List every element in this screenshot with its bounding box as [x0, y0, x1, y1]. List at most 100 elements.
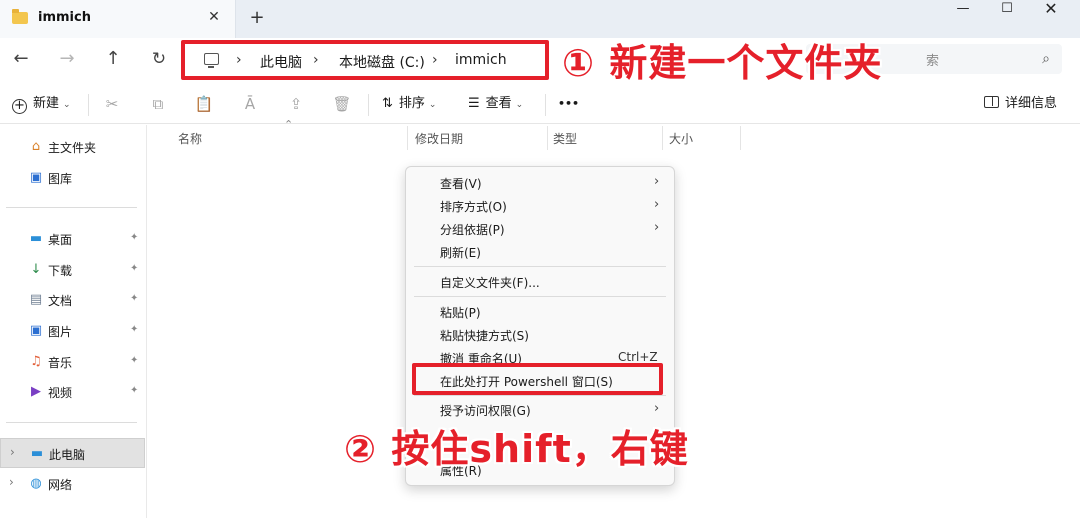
- pictures-icon: ▣: [29, 323, 43, 338]
- pin-icon[interactable]: ✦: [130, 293, 138, 304]
- documents-icon: ▤: [29, 292, 43, 307]
- column-header-name[interactable]: 名称: [178, 130, 202, 147]
- pin-icon[interactable]: ✦: [130, 263, 138, 274]
- menu-item-refresh[interactable]: 刷新(E): [406, 241, 674, 263]
- column-divider[interactable]: [547, 126, 548, 150]
- view-icon: ☰: [468, 96, 480, 111]
- annotation-step-1: ① 新建一个文件夹: [562, 41, 883, 85]
- breadcrumb-immich[interactable]: immich: [455, 52, 507, 68]
- sidebar-item-label: 文档: [48, 294, 73, 308]
- column-header-size[interactable]: 大小: [669, 130, 693, 147]
- column-header-type[interactable]: 类型: [553, 130, 577, 147]
- new-label: 新建: [33, 96, 60, 111]
- sort-button[interactable]: ⇅ 排序 ⌄: [382, 94, 436, 116]
- sidebar-item-downloads[interactable]: ↓ 下载 ✦: [0, 255, 145, 285]
- toolbar-divider: [88, 94, 89, 116]
- chevron-right-icon[interactable]: ›: [10, 445, 15, 459]
- menu-item-group-by[interactable]: 分组依据(P) ›: [406, 218, 674, 240]
- column-divider[interactable]: [740, 126, 741, 150]
- minimize-button[interactable]: —: [940, 0, 986, 20]
- rename-icon[interactable]: Ā: [238, 94, 262, 116]
- sidebar-item-label: 视频: [48, 386, 73, 400]
- sidebar-item-videos[interactable]: ▶ 视频 ✦: [0, 377, 145, 407]
- menu-separator: [414, 266, 666, 267]
- chevron-right-icon[interactable]: ›: [313, 52, 319, 68]
- new-button[interactable]: + 新建 ⌄: [12, 94, 71, 116]
- sidebar-item-network[interactable]: › ◍ 网络: [0, 469, 145, 499]
- powershell-highlight-box: [412, 363, 663, 395]
- copy-icon[interactable]: ⧉: [146, 94, 170, 116]
- delete-icon[interactable]: 🗑: [330, 94, 354, 116]
- details-pane-icon: [984, 96, 999, 108]
- chevron-down-icon: ⌄: [515, 100, 524, 110]
- network-icon: ◍: [30, 476, 42, 491]
- sidebar-item-pictures[interactable]: ▣ 图片 ✦: [0, 316, 145, 346]
- details-label: 详细信息: [1005, 96, 1058, 111]
- menu-item-label: 刷新(E): [440, 246, 481, 260]
- forward-arrow-icon[interactable]: →: [55, 47, 79, 71]
- view-button[interactable]: ☰ 查看 ⌄: [468, 94, 523, 116]
- chevron-right-icon[interactable]: ›: [236, 52, 242, 68]
- navigation-pane: ⌂ 主文件夹 ▣ 图库 ▬ 桌面 ✦ ↓ 下载 ✦ ▤ 文档 ✦ ▣ 图片 ✦ …: [0, 125, 147, 518]
- menu-item-label: 自定义文件夹(F)...: [440, 276, 540, 290]
- breadcrumb-this-pc[interactable]: 此电脑: [260, 52, 302, 72]
- gallery-icon: ▣: [29, 170, 43, 185]
- search-icon[interactable]: ⌕: [1037, 50, 1055, 68]
- menu-item-sort-by[interactable]: 排序方式(O) ›: [406, 195, 674, 217]
- up-arrow-icon[interactable]: ↑: [101, 47, 125, 71]
- new-tab-button[interactable]: +: [247, 8, 267, 28]
- more-options-button[interactable]: •••: [558, 94, 579, 116]
- view-label: 查看: [485, 96, 512, 111]
- sidebar-item-label: 此电脑: [49, 448, 86, 462]
- sidebar-item-home[interactable]: ⌂ 主文件夹: [0, 132, 145, 162]
- chevron-right-icon: ›: [654, 197, 660, 212]
- breadcrumb-local-disk[interactable]: 本地磁盘 (C:): [339, 52, 425, 72]
- menu-item-view[interactable]: 查看(V) ›: [406, 172, 674, 194]
- search-placeholder: 索: [926, 54, 940, 69]
- sidebar-item-label: 桌面: [48, 233, 73, 247]
- sidebar-divider: [6, 422, 137, 423]
- refresh-icon[interactable]: ↻: [147, 47, 171, 71]
- tab-immich[interactable]: immich ✕: [0, 0, 236, 38]
- column-divider[interactable]: [662, 126, 663, 150]
- videos-icon: ▶: [31, 384, 41, 399]
- share-icon[interactable]: ⇪: [284, 94, 308, 116]
- menu-item-paste[interactable]: 粘贴(P): [406, 301, 674, 323]
- sidebar-item-gallery[interactable]: ▣ 图库: [0, 163, 145, 193]
- chevron-right-icon: ›: [654, 401, 660, 416]
- sidebar-item-this-pc[interactable]: › ▬ 此电脑: [0, 438, 145, 468]
- toolbar-divider: [545, 94, 546, 116]
- pin-icon[interactable]: ✦: [130, 232, 138, 243]
- chevron-down-icon: ⌄: [63, 100, 71, 110]
- menu-separator: [414, 395, 666, 396]
- sidebar-item-label: 图库: [48, 172, 73, 186]
- chevron-right-icon: ›: [654, 220, 660, 235]
- maximize-button[interactable]: ☐: [984, 0, 1030, 20]
- this-pc-icon: ▬: [30, 446, 44, 461]
- pin-icon[interactable]: ✦: [130, 324, 138, 335]
- cut-icon[interactable]: ✂: [100, 94, 124, 116]
- column-divider[interactable]: [407, 126, 408, 150]
- pin-icon[interactable]: ✦: [130, 385, 138, 396]
- back-arrow-icon[interactable]: ←: [9, 47, 33, 71]
- sidebar-item-label: 图片: [48, 325, 73, 339]
- paste-icon[interactable]: 📋: [192, 94, 216, 116]
- menu-item-paste-shortcut[interactable]: 粘贴快捷方式(S): [406, 324, 674, 346]
- menu-item-label: 粘贴(P): [440, 306, 481, 320]
- menu-item-customize-folder[interactable]: 自定义文件夹(F)...: [406, 271, 674, 293]
- sidebar-item-label: 下载: [48, 264, 73, 278]
- pin-icon[interactable]: ✦: [130, 355, 138, 366]
- column-header-date[interactable]: 修改日期: [415, 130, 463, 147]
- sidebar-item-label: 主文件夹: [48, 141, 97, 155]
- details-pane-button[interactable]: 详细信息: [984, 94, 1057, 116]
- close-button[interactable]: ✕: [1028, 0, 1074, 20]
- sidebar-item-music[interactable]: ♫ 音乐 ✦: [0, 347, 145, 377]
- sidebar-item-desktop[interactable]: ▬ 桌面 ✦: [0, 224, 145, 254]
- address-bar[interactable]: › 此电脑 › 本地磁盘 (C:) › immich: [181, 40, 549, 80]
- chevron-right-icon[interactable]: ›: [432, 52, 438, 68]
- sidebar-item-documents[interactable]: ▤ 文档 ✦: [0, 285, 145, 315]
- chevron-right-icon[interactable]: ›: [9, 475, 14, 489]
- tab-close-icon[interactable]: ✕: [205, 8, 223, 26]
- menu-item-label: 排序方式(O): [440, 200, 507, 214]
- home-icon: ⌂: [31, 139, 41, 154]
